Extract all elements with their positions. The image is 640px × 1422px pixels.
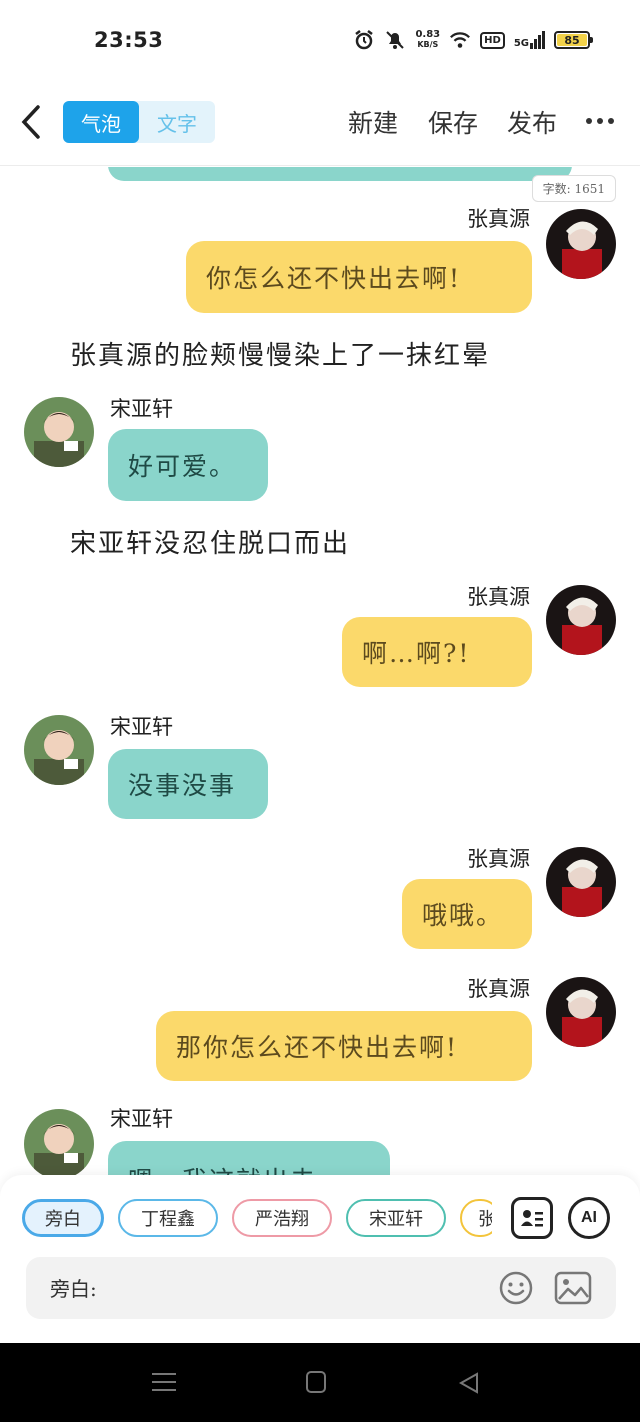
- narration-text[interactable]: 张真源的脸颊慢慢染上了一抹红晕: [70, 335, 490, 372]
- message-bubble[interactable]: 好可爱。: [108, 429, 268, 501]
- speaker-name: 宋亚轩: [110, 397, 173, 421]
- more-options-icon[interactable]: [586, 118, 614, 124]
- battery-level: 85: [557, 34, 587, 47]
- avatar-song[interactable]: [24, 715, 94, 785]
- chip-ding[interactable]: 丁程鑫: [118, 1199, 218, 1237]
- triangle-back-icon: [458, 1372, 478, 1394]
- message-bubble[interactable]: 哦哦。: [402, 879, 532, 949]
- character-card-button[interactable]: [511, 1197, 553, 1239]
- ai-button[interactable]: AI: [568, 1197, 610, 1239]
- speaker-name: 宋亚轩: [110, 1107, 173, 1131]
- word-count-badge: 字数: 1651: [531, 175, 616, 202]
- status-icons: 0.83 KB/S HD 5G 85: [353, 26, 593, 54]
- mode-toggle: 气泡 文字: [63, 101, 215, 143]
- alarm-icon: [353, 29, 375, 51]
- message-bubble[interactable]: 你怎么还不快出去啊!: [186, 241, 532, 313]
- image-icon: [554, 1271, 592, 1305]
- tab-text[interactable]: 文字: [139, 101, 215, 143]
- contact-card-icon: [521, 1210, 543, 1227]
- message-bubble[interactable]: 那你怎么还不快出去啊!: [156, 1011, 532, 1081]
- speaker-name: 张真源: [467, 977, 530, 1001]
- character-chips[interactable]: 旁白 丁程鑫 严浩翔 宋亚轩 张: [22, 1199, 492, 1239]
- narration-text[interactable]: 宋亚轩没忍住脱口而出: [70, 523, 350, 560]
- chip-yan[interactable]: 严浩翔: [232, 1199, 332, 1237]
- emoji-button[interactable]: [498, 1270, 534, 1306]
- speaker-name: 张真源: [467, 585, 530, 609]
- net-speed-value: 0.83: [415, 29, 441, 40]
- avatar-zhang[interactable]: [546, 209, 616, 279]
- back-nav-button[interactable]: [458, 1371, 480, 1399]
- message-bubble[interactable]: 嗯…我这就出去: [108, 1141, 390, 1175]
- network-type: 5G: [513, 38, 529, 49]
- speaker-name: 张真源: [467, 847, 530, 871]
- net-speed: 0.83 KB/S: [415, 30, 440, 50]
- avatar-zhang[interactable]: [546, 977, 616, 1047]
- avatar-song[interactable]: [24, 1109, 94, 1175]
- image-button[interactable]: [554, 1270, 592, 1306]
- home-button[interactable]: [306, 1371, 326, 1393]
- signal-icon: 5G: [514, 31, 545, 49]
- speaker-name: 宋亚轩: [110, 715, 173, 739]
- input-row: 旁白:: [26, 1257, 616, 1319]
- chip-song[interactable]: 宋亚轩: [346, 1199, 446, 1237]
- message-bubble[interactable]: 啊…啊?!: [342, 617, 532, 687]
- hd-badge: HD: [480, 31, 505, 49]
- previous-bubble[interactable]: [108, 167, 572, 181]
- status-bar: 23:53 0.83 KB/S HD 5G 85: [0, 0, 640, 80]
- message-bubble[interactable]: 没事没事: [108, 749, 268, 819]
- avatar-zhang[interactable]: [546, 585, 616, 655]
- recent-apps-button[interactable]: [152, 1373, 176, 1397]
- back-button[interactable]: [18, 104, 48, 140]
- save-button[interactable]: 保存: [428, 104, 478, 140]
- wifi-icon: [449, 29, 471, 51]
- compose-panel: 旁白 丁程鑫 严浩翔 宋亚轩 张 AI 旁白:: [0, 1175, 640, 1343]
- status-time: 23:53: [94, 28, 164, 52]
- message-input[interactable]: 旁白:: [50, 1273, 97, 1302]
- chevron-left-icon: [21, 105, 40, 139]
- chip-narration[interactable]: 旁白: [22, 1199, 104, 1237]
- tab-bubble[interactable]: 气泡: [63, 101, 139, 143]
- chat-area[interactable]: 字数: 1651 张真源 你怎么还不快出去啊! 张真源的脸颊慢慢染上了一抹红晕 …: [0, 167, 640, 1175]
- mute-icon: [384, 29, 406, 51]
- smiley-icon: [499, 1271, 533, 1305]
- new-button[interactable]: 新建: [348, 104, 398, 140]
- avatar-song[interactable]: [24, 397, 94, 467]
- net-speed-unit: KB/S: [417, 40, 439, 49]
- battery-icon: 85: [554, 31, 593, 49]
- publish-button[interactable]: 发布: [507, 104, 557, 140]
- avatar-zhang[interactable]: [546, 847, 616, 917]
- system-nav-bar: [0, 1343, 640, 1422]
- toolbar: 气泡 文字 新建 保存 发布: [0, 80, 640, 166]
- chip-zhang[interactable]: 张: [460, 1199, 492, 1237]
- speaker-name: 张真源: [467, 207, 530, 231]
